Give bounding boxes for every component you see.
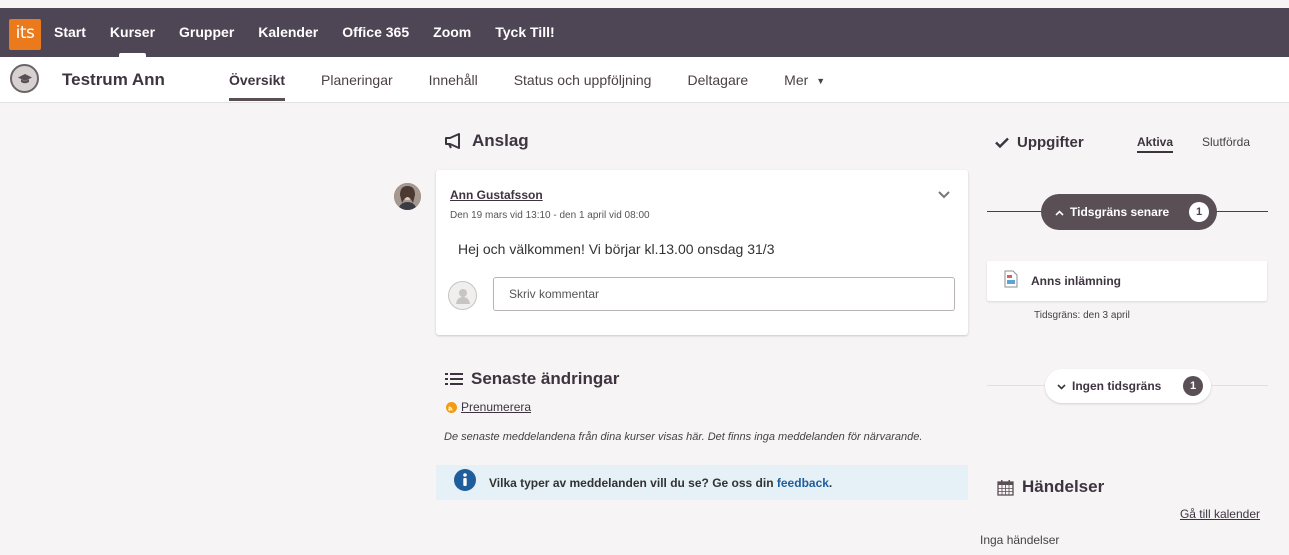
nav-kurser[interactable]: Kurser: [110, 8, 155, 57]
checkmark-icon: [995, 137, 1009, 148]
post-author-link[interactable]: Ann Gustafsson: [450, 188, 543, 202]
deadline-later-count: 1: [1189, 202, 1209, 222]
tab-slutforda[interactable]: Slutförda: [1202, 135, 1250, 149]
caret-down-icon: ▼: [816, 76, 826, 86]
its-logo[interactable]: its: [9, 19, 41, 50]
task-title: Anns inlämning: [1031, 274, 1121, 288]
post-body: Hej och välkommen! Vi börjar kl.13.00 on…: [458, 241, 775, 257]
document-icon: [1004, 270, 1018, 293]
list-icon: [445, 373, 463, 385]
announcements-heading: Anslag: [444, 131, 529, 151]
tab-mer[interactable]: Mer ▼: [784, 57, 825, 103]
user-avatar-icon: [448, 281, 477, 310]
tasks-title: Uppgifter: [1017, 134, 1084, 151]
nav-zoom[interactable]: Zoom: [433, 8, 471, 57]
announcements-title: Anslag: [472, 131, 529, 150]
chevron-down-icon[interactable]: [938, 186, 950, 204]
go-to-calendar-link[interactable]: Gå till kalender: [1180, 507, 1260, 521]
events-title: Händelser: [1022, 477, 1105, 496]
tab-deltagare[interactable]: Deltagare: [687, 57, 748, 103]
task-item[interactable]: Anns inlämning: [987, 261, 1267, 301]
nav-grupper[interactable]: Grupper: [179, 8, 234, 57]
chevron-up-icon: [1055, 205, 1064, 219]
comment-input[interactable]: [493, 277, 955, 311]
tab-planeringar[interactable]: Planeringar: [321, 57, 393, 103]
graduation-cap-icon[interactable]: [10, 64, 39, 93]
top-nav-menu: Start Kurser Grupper Kalender Office 365…: [54, 8, 579, 57]
deadline-later-toggle[interactable]: Tidsgräns senare 1: [1041, 194, 1217, 230]
feedback-text: Vilka typer av meddelanden vill du se? G…: [489, 476, 832, 490]
no-events-text: Inga händelser: [980, 533, 1060, 547]
feedback-question: Vilka typer av meddelanden vill du se? G…: [489, 475, 774, 490]
megaphone-icon: [445, 133, 460, 149]
nav-tyck-till[interactable]: Tyck Till!: [495, 8, 554, 57]
author-avatar[interactable]: [394, 183, 421, 210]
nav-office-365[interactable]: Office 365: [342, 8, 409, 57]
rss-icon: [446, 401, 457, 413]
nav-start[interactable]: Start: [54, 8, 86, 57]
course-subnav: Översikt Planeringar Innehåll Status och…: [229, 57, 861, 103]
subscribe-link[interactable]: Prenumerera: [461, 400, 531, 414]
recent-changes-description: De senaste meddelandena från dina kurser…: [444, 431, 923, 443]
deadline-later-label: Tidsgräns senare: [1070, 205, 1170, 219]
feedback-link[interactable]: feedback: [777, 476, 829, 490]
feedback-info-bar: Vilka typer av meddelanden vill du se? G…: [436, 465, 968, 500]
tab-mer-label: Mer: [784, 72, 809, 88]
no-deadline-toggle[interactable]: Ingen tidsgräns 1: [1045, 369, 1211, 403]
tab-aktiva[interactable]: Aktiva: [1137, 135, 1174, 153]
tab-innehall[interactable]: Innehåll: [429, 57, 478, 103]
top-navigation-bar: its Start Kurser Grupper Kalender Office…: [0, 8, 1289, 57]
chevron-down-icon: [1057, 379, 1066, 393]
tab-oversikt[interactable]: Översikt: [229, 57, 286, 103]
subscribe-row: Prenumerera: [446, 400, 531, 414]
calendar-icon: [997, 479, 1014, 496]
tasks-heading: Uppgifter: [995, 134, 1084, 151]
events-heading: Händelser: [997, 477, 1104, 497]
recent-changes-heading: Senaste ändringar: [445, 369, 619, 389]
task-deadline: Tidsgräns: den 3 april: [1034, 310, 1130, 321]
tab-status[interactable]: Status och uppföljning: [514, 57, 652, 103]
course-title: Testrum Ann: [62, 70, 165, 89]
course-header: Testrum Ann Översikt Planeringar Innehål…: [0, 57, 1289, 103]
nav-kalender[interactable]: Kalender: [258, 8, 318, 57]
feedback-period: .: [828, 475, 833, 490]
no-deadline-label: Ingen tidsgräns: [1072, 379, 1162, 393]
info-icon: [454, 469, 476, 496]
no-deadline-count: 1: [1183, 376, 1203, 396]
recent-changes-title: Senaste ändringar: [471, 369, 620, 388]
post-dates: Den 19 mars vid 13:10 - den 1 april vid …: [450, 210, 650, 221]
announcement-card: Ann Gustafsson Den 19 mars vid 13:10 - d…: [436, 170, 968, 335]
